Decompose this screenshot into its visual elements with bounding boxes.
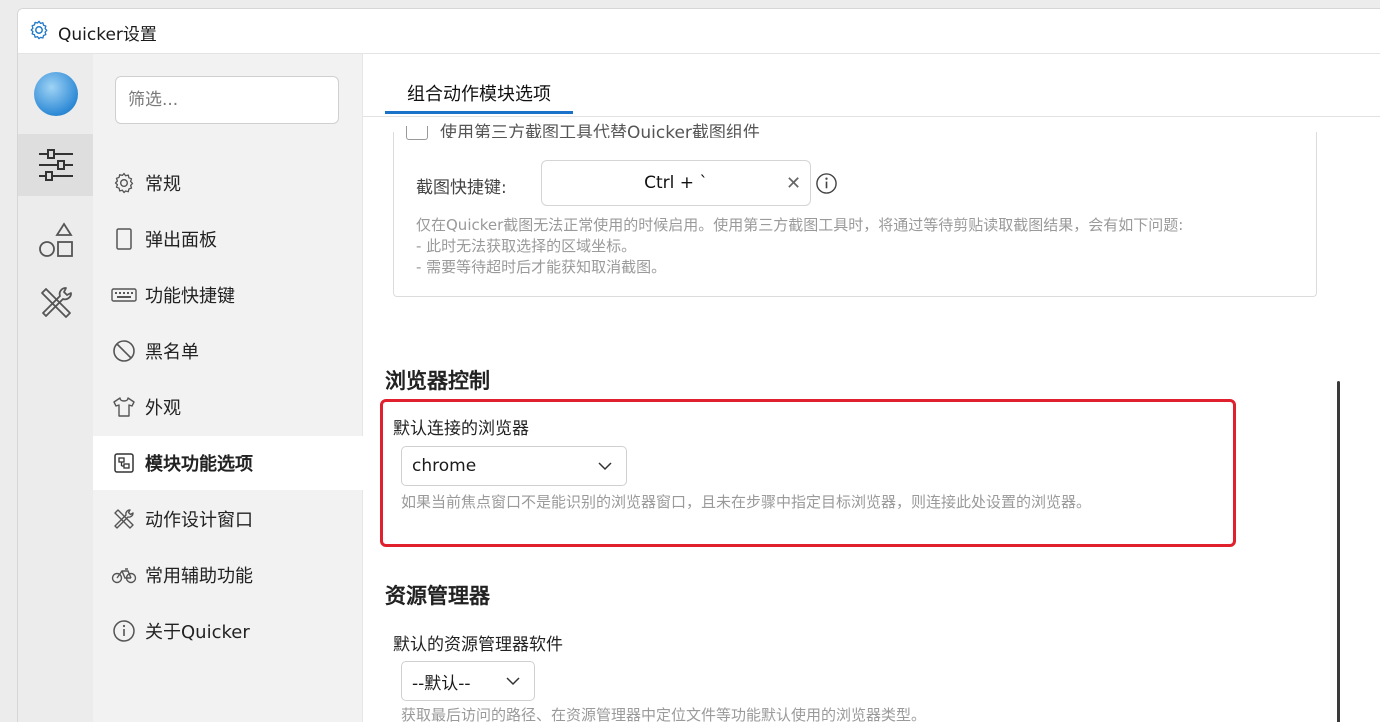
nav-item-hotkeys[interactable]: 功能快捷键 xyxy=(93,268,363,322)
default-browser-select[interactable]: chrome xyxy=(401,446,627,486)
default-explorer-hint: 获取最后访问的路径、在资源管理器中定位文件等功能默认使用的浏览器类型。 xyxy=(401,706,927,722)
avatar[interactable] xyxy=(34,72,78,116)
ban-icon xyxy=(111,338,137,364)
nav-item-label: 动作设计窗口 xyxy=(145,510,253,531)
info-icon[interactable] xyxy=(815,172,838,195)
default-explorer-select[interactable]: --默认-- xyxy=(401,661,535,701)
chevron-down-icon xyxy=(506,677,520,686)
shapes-icon xyxy=(38,222,73,257)
default-explorer-value: --默认-- xyxy=(412,673,471,694)
bicycle-icon xyxy=(111,562,137,588)
default-browser-label: 默认连接的浏览器 xyxy=(393,419,529,439)
settings-window: Quicker设置 筛选... 常规 弹出面板 功能快捷键 黑名单 外观 模块功… xyxy=(17,8,1380,722)
nav-item-action-designer[interactable]: 动作设计窗口 xyxy=(93,492,363,546)
gear-icon xyxy=(30,20,48,40)
nav-item-label: 功能快捷键 xyxy=(145,286,235,307)
scrollbar[interactable] xyxy=(1337,381,1340,722)
keyboard-icon xyxy=(111,282,137,308)
panel-icon xyxy=(111,226,137,252)
default-explorer-label: 默认的资源管理器软件 xyxy=(393,635,563,655)
title-bar: Quicker设置 xyxy=(18,9,1380,54)
left-rail xyxy=(18,54,93,722)
chevron-down-icon xyxy=(598,462,612,471)
nav-item-assist[interactable]: 常用辅助功能 xyxy=(93,548,363,602)
design-tools-icon xyxy=(111,506,137,532)
third-party-screenshot-label: 使用第三方截图工具代替Quicker截图组件 xyxy=(440,123,760,138)
main-content: 组合动作模块选项 使用第三方截图工具代替Quicker截图组件 截图快捷键: C… xyxy=(363,54,1380,722)
hotkey-input[interactable]: Ctrl + ` xyxy=(541,160,811,206)
default-browser-hint: 如果当前焦点窗口不是能识别的浏览器窗口，且未在步骤中指定目标浏览器，则连接此处设… xyxy=(401,493,1092,511)
nav-item-label: 关于Quicker xyxy=(145,622,250,643)
hotkey-value: Ctrl + ` xyxy=(644,173,708,193)
rail-settings-button[interactable] xyxy=(18,134,93,196)
nav-item-appearance[interactable]: 外观 xyxy=(93,380,363,434)
gear-icon xyxy=(111,170,137,196)
tshirt-icon xyxy=(111,394,137,420)
info-icon xyxy=(111,618,137,644)
nav-item-module-options[interactable]: 模块功能选项 xyxy=(93,436,363,490)
third-party-screenshot-checkbox[interactable] xyxy=(406,126,428,140)
screenshot-description: 仅在Quicker截图无法正常使用的时候启用。使用第三方截图工具时，将通过等待剪… xyxy=(416,216,1184,276)
rail-tools-button[interactable] xyxy=(18,272,93,334)
hotkey-label: 截图快捷键: xyxy=(416,178,507,198)
nav-item-blacklist[interactable]: 黑名单 xyxy=(93,324,363,378)
rail-shapes-button[interactable] xyxy=(18,209,93,271)
module-icon xyxy=(111,450,137,476)
default-browser-value: chrome xyxy=(412,456,477,476)
tab-divider xyxy=(363,116,1380,117)
settings-nav: 常规 弹出面板 功能快捷键 黑名单 外观 xyxy=(93,54,363,722)
nav-item-label: 外观 xyxy=(145,398,181,419)
browser-section-title: 浏览器控制 xyxy=(385,369,490,393)
nav-item-general[interactable]: 常规 xyxy=(93,156,363,210)
nav-item-label: 弹出面板 xyxy=(145,230,217,251)
nav-item-about[interactable]: 关于Quicker xyxy=(93,604,363,658)
nav-item-label: 黑名单 xyxy=(145,342,199,363)
sliders-icon xyxy=(38,149,73,181)
nav-item-label: 常规 xyxy=(145,174,181,195)
nav-item-popup-panel[interactable]: 弹出面板 xyxy=(93,212,363,266)
tools-icon xyxy=(40,287,72,318)
nav-item-label: 常用辅助功能 xyxy=(145,566,253,587)
screenshot-settings-panel: 使用第三方截图工具代替Quicker截图组件 截图快捷键: Ctrl + ` ✕… xyxy=(393,123,1317,297)
nav-item-label: 模块功能选项 xyxy=(145,454,253,475)
explorer-section-title: 资源管理器 xyxy=(385,584,490,608)
window-title: Quicker设置 xyxy=(58,25,157,45)
tab-combo-action-module[interactable]: 组合动作模块选项 xyxy=(385,74,573,114)
clear-hotkey-icon[interactable]: ✕ xyxy=(786,173,801,194)
filter-input[interactable] xyxy=(115,76,339,124)
